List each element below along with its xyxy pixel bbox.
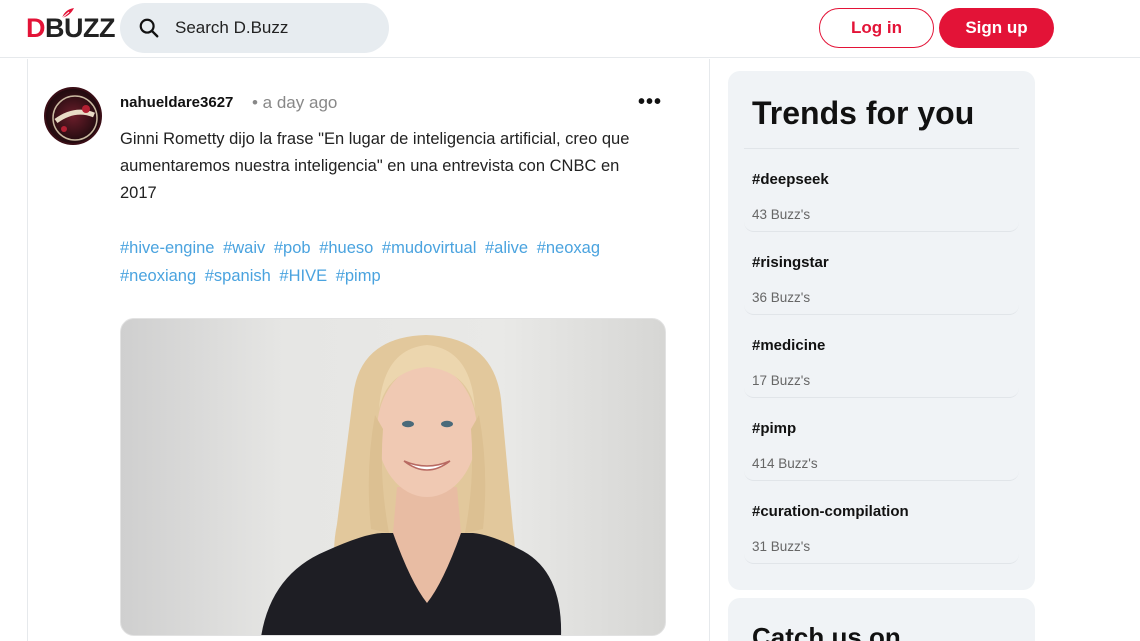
more-options-icon[interactable]: •••	[638, 91, 662, 114]
trend-tag: #deepseek	[752, 171, 829, 188]
hashtag-link[interactable]: #pimp	[336, 267, 381, 285]
trends-panel: Trends for you #deepseek 43 Buzz's #risi…	[728, 71, 1035, 590]
top-header: DBUZZ Log in Sign up	[0, 0, 1140, 58]
trend-tag: #medicine	[752, 337, 826, 354]
trend-count: 414 Buzz's	[752, 456, 818, 471]
post-image[interactable]	[120, 318, 666, 636]
trend-count: 43 Buzz's	[752, 207, 811, 222]
leaf-icon	[61, 8, 74, 19]
trend-item[interactable]: #pimp 414 Buzz's	[744, 398, 1019, 481]
hashtag-link[interactable]: #spanish	[205, 267, 271, 285]
search-input[interactable]	[175, 18, 375, 38]
post-timestamp: • a day ago	[252, 93, 338, 112]
search-box[interactable]	[120, 3, 389, 53]
post-text: Ginni Rometty dijo la frase "En lugar de…	[120, 130, 630, 202]
hashtag-link[interactable]: #mudovirtual	[382, 239, 476, 257]
logo-d: D	[26, 12, 46, 43]
portrait-photo	[261, 335, 562, 635]
trend-item[interactable]: #risingstar 36 Buzz's	[744, 232, 1019, 315]
trend-tag: #pimp	[752, 420, 797, 437]
avatar[interactable]	[44, 87, 102, 145]
hashtag-link[interactable]: #HIVE	[279, 267, 327, 285]
trend-count: 31 Buzz's	[752, 539, 811, 554]
search-icon	[139, 18, 159, 38]
hashtag-link[interactable]: #hive-engine	[120, 239, 215, 257]
logo-rest: BUZZ	[45, 12, 115, 43]
dbuzz-logo[interactable]: DBUZZ	[26, 8, 115, 48]
hashtag-link[interactable]: #neoxiang	[120, 267, 196, 285]
hashtag-link[interactable]: #alive	[485, 239, 528, 257]
hashtag-link[interactable]: #waiv	[223, 239, 265, 257]
feed-column: nahueldare3627 • a day ago ••• Ginni Rom…	[27, 59, 710, 641]
trend-item[interactable]: #medicine 17 Buzz's	[744, 315, 1019, 398]
trend-tag: #risingstar	[752, 254, 829, 271]
post-username[interactable]: nahueldare3627	[120, 94, 233, 111]
catch-us-panel: Catch us on	[728, 598, 1035, 641]
trend-count: 17 Buzz's	[752, 373, 811, 388]
trend-tag: #curation-compilation	[752, 503, 909, 520]
trends-title: Trends for you	[752, 95, 975, 131]
avatar-image	[52, 95, 98, 141]
trend-count: 36 Buzz's	[752, 290, 811, 305]
signup-button[interactable]: Sign up	[939, 8, 1054, 48]
post-tags: #hive-engine #waiv #pob #hueso #mudovirt…	[120, 234, 660, 290]
hashtag-link[interactable]: #pob	[274, 239, 311, 257]
hashtag-link[interactable]: #neoxag	[537, 239, 600, 257]
hashtag-link[interactable]: #hueso	[319, 239, 373, 257]
login-button[interactable]: Log in	[819, 8, 934, 48]
trend-item[interactable]: #deepseek 43 Buzz's	[744, 149, 1019, 232]
catch-us-title: Catch us on	[752, 622, 901, 641]
trend-item[interactable]: #curation-compilation 31 Buzz's	[744, 481, 1019, 564]
